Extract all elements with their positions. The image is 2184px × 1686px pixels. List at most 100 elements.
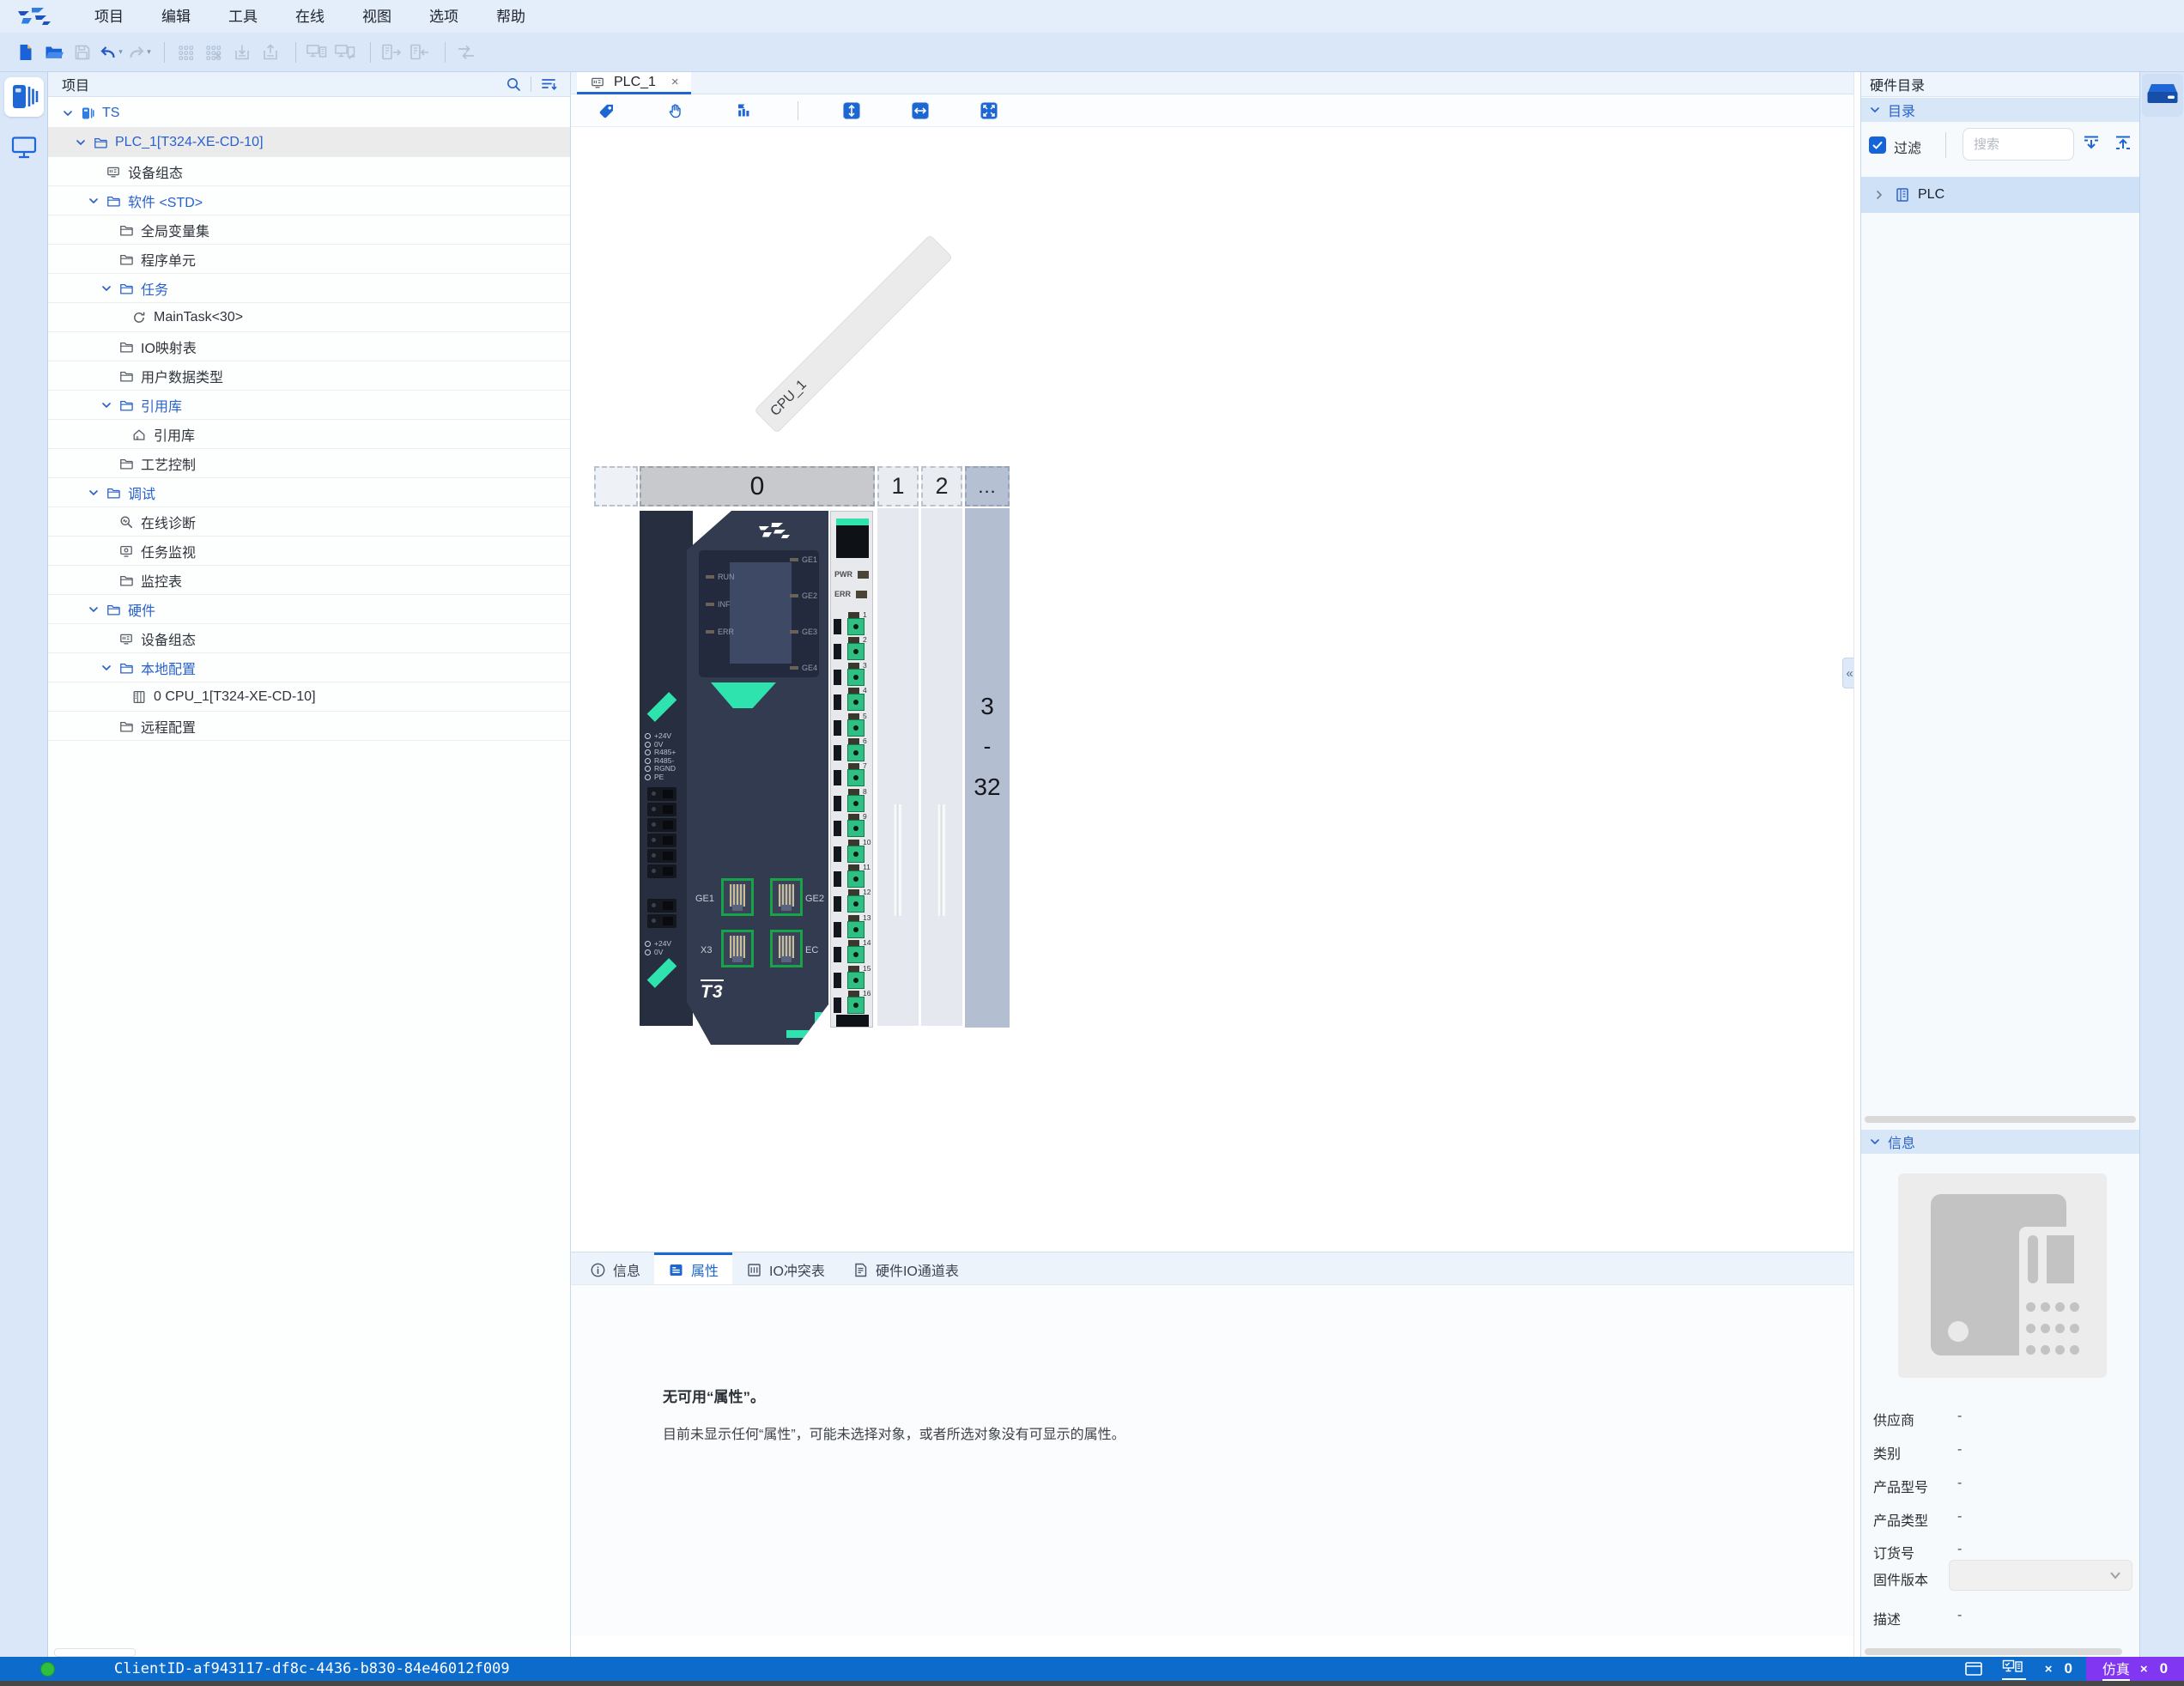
- filter-checkbox[interactable]: [1869, 136, 1886, 154]
- tree-item[interactable]: 软件 <STD>: [48, 186, 570, 215]
- save-button[interactable]: [70, 40, 94, 64]
- chevron-down-icon[interactable]: [97, 658, 116, 677]
- grid-devices-remove-button[interactable]: [202, 40, 226, 64]
- menu-item[interactable]: 视图: [343, 1, 410, 33]
- bottom-tab-info[interactable]: 信息: [576, 1252, 654, 1284]
- compare-button[interactable]: [454, 40, 478, 64]
- hardware-canvas[interactable]: CPU_1 0 1 2... 3-32 +24V 0V R485+ R485- RGND PE +…: [571, 127, 1853, 1252]
- fit-all-button[interactable]: [974, 98, 1004, 124]
- simulation-status[interactable]: 仿真 × 0: [2086, 1657, 2184, 1681]
- tree-item[interactable]: 本地配置: [48, 653, 570, 682]
- tag-button[interactable]: [592, 98, 622, 124]
- device-export-button[interactable]: [379, 40, 403, 64]
- tree-item[interactable]: PLC_1[T324-XE-CD-10]: [48, 128, 570, 157]
- pc-connect-button[interactable]: [305, 40, 329, 64]
- chevron-placeholder: [97, 454, 116, 473]
- chevron-down-icon[interactable]: [84, 600, 103, 619]
- new-file-button[interactable]: [14, 40, 38, 64]
- pan-hand-button[interactable]: [660, 98, 691, 124]
- reserved-slots-column[interactable]: 3 - 32: [965, 508, 1010, 1028]
- tree-item[interactable]: 用户数据类型: [48, 361, 570, 391]
- monitor-rail-button[interactable]: [11, 136, 37, 160]
- tree-item[interactable]: 任务: [48, 274, 570, 303]
- menu-item[interactable]: 项目: [76, 1, 143, 33]
- open-folder-button[interactable]: [42, 40, 66, 64]
- collapse-catalog-handle[interactable]: «: [1842, 658, 1853, 688]
- tree-item[interactable]: 工艺控制: [48, 449, 570, 478]
- catalog-section-header[interactable]: 目录: [1861, 98, 2139, 122]
- empty-module-column[interactable]: [921, 508, 962, 1026]
- chevron-down-icon[interactable]: [84, 483, 103, 502]
- bottom-tab-properties[interactable]: 属性: [654, 1252, 733, 1284]
- catalog-item-plc[interactable]: PLC: [1861, 177, 2139, 213]
- tab-close-icon[interactable]: ×: [671, 75, 679, 89]
- menu-item[interactable]: 选项: [410, 1, 477, 33]
- tree-item[interactable]: TS: [48, 99, 570, 128]
- chevron-down-icon[interactable]: [58, 104, 77, 123]
- pc-disconnect-button[interactable]: [333, 40, 357, 64]
- rack-slot-...[interactable]: ...: [965, 466, 1010, 506]
- menu-item[interactable]: 编辑: [143, 1, 209, 33]
- cpu-device-image[interactable]: +24V 0V R485+ R485- RGND PE +24V 0V RUN INF ERR GE1…: [640, 511, 873, 1045]
- tree-item[interactable]: 设备组态: [48, 157, 570, 186]
- tree-item[interactable]: 0 CPU_1[T324-XE-CD-10]: [48, 682, 570, 712]
- info-hscrollbar[interactable]: [1865, 1648, 2122, 1655]
- project-panel-rail-button[interactable]: [4, 77, 44, 117]
- rack-slot-1[interactable]: 1: [877, 466, 919, 506]
- search-icon[interactable]: [506, 76, 521, 92]
- catalog-section-label: 目录: [1888, 105, 1916, 119]
- project-panel-hscrollbar[interactable]: [54, 1648, 136, 1657]
- tree-item[interactable]: 在线诊断: [48, 507, 570, 537]
- menu-item[interactable]: 工具: [209, 1, 276, 33]
- info-section-header[interactable]: 信息: [1861, 1130, 2139, 1154]
- filter-sort-icon[interactable]: [541, 76, 558, 92]
- device-import-button[interactable]: [408, 40, 432, 64]
- tree-item[interactable]: 任务监视: [48, 537, 570, 566]
- tree-item[interactable]: 调试: [48, 478, 570, 507]
- bottom-tab-io-conflict[interactable]: IO冲突表: [732, 1252, 839, 1284]
- tree-item[interactable]: 监控表: [48, 566, 570, 595]
- grid-devices-button[interactable]: [173, 40, 197, 64]
- tree-item[interactable]: 远程配置: [48, 712, 570, 741]
- tab-plc-1[interactable]: PLC_1 ×: [577, 72, 691, 94]
- catalog-hscrollbar[interactable]: [1865, 1116, 2136, 1123]
- hardware-catalog-rail-button[interactable]: [2142, 74, 2183, 117]
- tree-item-label: 远程配置: [141, 720, 197, 736]
- undo-button[interactable]: ▾: [99, 40, 123, 64]
- menu-item[interactable]: 帮助: [477, 1, 544, 33]
- tree-item[interactable]: 全局变量集: [48, 215, 570, 245]
- fit-vertical-button[interactable]: [836, 98, 867, 124]
- chevron-down-icon[interactable]: [97, 279, 116, 298]
- fit-horizontal-button[interactable]: [905, 98, 936, 124]
- tree-item[interactable]: IO映射表: [48, 332, 570, 361]
- io-channel-table-icon: [852, 1262, 869, 1278]
- menu-item[interactable]: 在线: [276, 1, 343, 33]
- tree-item[interactable]: 程序单元: [48, 245, 570, 274]
- firmware-version-select[interactable]: [1949, 1560, 2132, 1591]
- chevron-down-icon[interactable]: [84, 191, 103, 210]
- empty-module-column[interactable]: [877, 508, 919, 1026]
- collapse-all-icon[interactable]: [2114, 134, 2132, 151]
- chevron-down-icon[interactable]: [97, 396, 116, 415]
- bottom-tab-io-channel-table[interactable]: 硬件IO通道表: [839, 1252, 973, 1284]
- chevron-down-icon: [2108, 1569, 2123, 1581]
- download-to-device-button[interactable]: [230, 40, 254, 64]
- expand-all-icon[interactable]: [2082, 134, 2101, 151]
- tree-item[interactable]: 引用库: [48, 391, 570, 420]
- tree-item[interactable]: 设备组态: [48, 624, 570, 653]
- online-devices-icon[interactable]: [2001, 1659, 2026, 1680]
- rack-slot-ghost[interactable]: [594, 466, 638, 506]
- tree-item[interactable]: 引用库: [48, 420, 570, 449]
- window-layout-icon[interactable]: [1964, 1661, 1983, 1677]
- chevron-down-icon[interactable]: [71, 133, 90, 152]
- port-led-GE4: GE4: [790, 664, 817, 672]
- redo-button[interactable]: ▾: [127, 40, 151, 64]
- rack-slot-0[interactable]: 0: [640, 466, 875, 506]
- upload-from-device-button[interactable]: [258, 40, 282, 64]
- catalog-search-input[interactable]: [1963, 128, 2074, 161]
- tree-item[interactable]: 硬件: [48, 595, 570, 624]
- chart-columns-button[interactable]: [729, 98, 760, 124]
- tree-item[interactable]: MainTask<30>: [48, 303, 570, 332]
- rack-slot-2[interactable]: 2: [921, 466, 962, 506]
- tab-label: PLC_1: [614, 74, 656, 89]
